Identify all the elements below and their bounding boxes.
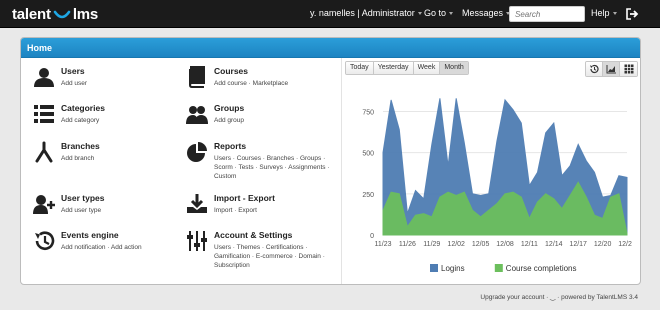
y-tick-label: 500 (362, 151, 374, 158)
goto-menu[interactable]: Go to (424, 8, 454, 18)
logout-icon[interactable] (625, 7, 639, 21)
menu-item-title[interactable]: Events engine (61, 230, 119, 240)
user-icon (34, 68, 54, 87)
x-tick-label: 12/08 (496, 241, 514, 248)
menu-item-title[interactable]: Reports (214, 141, 246, 151)
menu-item-links[interactable]: Add group (214, 116, 332, 125)
user-menu[interactable]: y. namelles | Administrator (310, 8, 422, 18)
menu-item-groups[interactable]: Groups Add group (186, 103, 336, 129)
menu-item-links[interactable]: Add category (61, 116, 179, 125)
legend-label: Logins (441, 264, 465, 273)
tab-yesterday[interactable]: Yesterday (373, 62, 414, 74)
help-menu[interactable]: Help (591, 8, 617, 18)
messages-label: Messages (462, 8, 504, 18)
smile-logo-icon (53, 10, 71, 19)
panel-header: Home (21, 38, 640, 58)
messages-menu[interactable]: Messages (462, 8, 511, 18)
grid-view-button[interactable] (620, 62, 637, 76)
grid-icon (624, 64, 633, 74)
menu-item-links[interactable]: Users · Themes · Certifications · Gamifi… (214, 243, 332, 270)
menu-item-links[interactable]: Add branch (61, 154, 179, 163)
x-tick-label: 12/14 (545, 241, 563, 248)
menu-item-links[interactable]: Add notification · Add action (61, 243, 179, 252)
legend-swatch (430, 264, 438, 272)
y-tick-label: 250 (362, 192, 374, 199)
area-chart-view-button[interactable] (603, 62, 620, 76)
x-tick-label: 11/23 (375, 241, 392, 248)
menu-item-users[interactable]: Users Add user (33, 66, 183, 92)
logo[interactable]: talent lms (12, 5, 98, 23)
user-menu-label: y. namelles | Administrator (310, 8, 415, 18)
download-icon (187, 194, 207, 213)
menu-item-reports[interactable]: Reports Users · Courses · Branches · Gro… (186, 141, 336, 183)
tab-week[interactable]: Week (413, 62, 441, 74)
x-tick-label: 12/02 (447, 241, 465, 248)
help-label: Help (591, 8, 610, 18)
chevron-down-icon (449, 12, 454, 16)
x-tick-label: 12/05 (472, 241, 490, 248)
menu-item-links[interactable]: Add user (61, 79, 179, 88)
y-tick-label: 750 (362, 109, 374, 116)
branch-icon (35, 141, 53, 163)
x-tick-label: 12/17 (569, 241, 587, 248)
menu-item-links[interactable]: Users · Courses · Branches · Groups · Sc… (214, 154, 332, 181)
menu-item-account-settings[interactable]: Account & Settings Users · Themes · Cert… (186, 230, 336, 272)
menu-item-events-engine[interactable]: Events engine Add notification · Add act… (33, 230, 183, 256)
x-tick-label: 12/20 (594, 241, 612, 248)
menu-item-title[interactable]: Import - Export (214, 193, 275, 203)
tab-today[interactable]: Today (346, 62, 374, 74)
menu-item-title[interactable]: Groups (214, 103, 244, 113)
chevron-down-icon (612, 12, 617, 16)
menu-item-links[interactable]: Add course · Marketplace (214, 79, 332, 88)
legend-label: Course completions (506, 264, 577, 273)
x-tick-label: 11/26 (399, 241, 416, 248)
menu-item-title[interactable]: Courses (214, 66, 248, 76)
footer-text: Upgrade your account · ‿ · powered by Ta… (480, 294, 638, 301)
logo-text-left: talent (12, 5, 51, 23)
history-icon (35, 231, 55, 250)
menu-item-categories[interactable]: Categories Add category (33, 103, 183, 129)
book-icon (188, 66, 205, 88)
area-chart-icon (606, 65, 616, 74)
logo-text-right: lms (72, 5, 99, 23)
legend-swatch (494, 264, 503, 272)
x-tick-label: 12/11 (521, 241, 538, 248)
menu-item-import-export[interactable]: Import - Export Import · Export (186, 193, 336, 219)
search-input[interactable] (509, 6, 585, 22)
menu-item-title[interactable]: Users (61, 66, 85, 76)
activity-area-chart: 0 250 500 750 11/23 11/26 11/29 12/02 12/05 12/08… (362, 98, 632, 273)
history-icon (590, 64, 599, 74)
top-navbar: talent lms y. namelles | Administrator G… (0, 0, 660, 28)
x-tick-label: 12/23 (618, 241, 632, 248)
pie-chart-icon (187, 142, 207, 162)
view-toggle (585, 61, 638, 77)
chevron-down-icon (417, 12, 422, 16)
list-icon (34, 105, 54, 123)
history-view-button[interactable] (586, 62, 603, 76)
period-tabs: Today Yesterday Week Month (345, 61, 469, 75)
menu-item-title[interactable]: Account & Settings (214, 230, 292, 240)
user-plus-icon (33, 195, 55, 214)
menu-item-links[interactable]: Add user type (61, 206, 179, 215)
menu-item-branches[interactable]: Branches Add branch (33, 141, 183, 167)
x-tick-label: 11/29 (423, 241, 440, 248)
tab-month[interactable]: Month (440, 62, 468, 74)
panel-title: Home (27, 43, 53, 53)
menu-item-links[interactable]: Import · Export (214, 206, 332, 215)
menu-item-title[interactable]: Branches (61, 141, 100, 151)
y-tick-label: 0 (370, 233, 374, 240)
menu-item-courses[interactable]: Courses Add course · Marketplace (186, 66, 336, 92)
menu-item-user-types[interactable]: User types Add user type (33, 193, 183, 219)
sliders-icon (187, 231, 207, 251)
goto-label: Go to (424, 8, 447, 18)
menu-item-title[interactable]: Categories (61, 103, 105, 113)
group-icon (186, 106, 208, 124)
menu-item-title[interactable]: User types (61, 193, 104, 203)
